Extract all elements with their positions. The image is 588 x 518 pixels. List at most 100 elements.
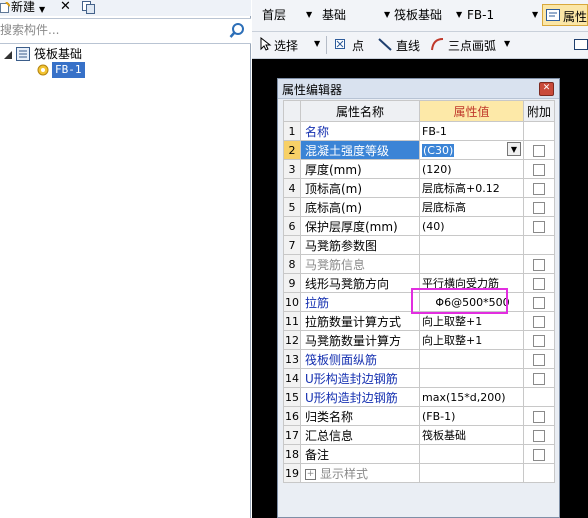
attach-checkbox[interactable] <box>533 182 545 195</box>
point-button[interactable]: 点 <box>332 35 374 55</box>
table-row[interactable]: 4 顶标高(m) 层底标高+0.12 <box>283 178 555 198</box>
attach-checkbox[interactable] <box>533 448 545 461</box>
property-name: 线形马凳筋方向 <box>300 273 420 293</box>
search-icon[interactable] <box>229 22 247 40</box>
delete-icon[interactable]: ✕ <box>60 0 71 16</box>
copy-icon[interactable] <box>82 1 96 14</box>
extra-cell <box>523 254 555 274</box>
property-value-dropdown[interactable]: (C30) ▼ <box>419 140 524 160</box>
attach-checkbox[interactable] <box>533 353 545 366</box>
table-row[interactable]: 10 拉筋 Φ6@500*500 <box>283 292 555 312</box>
property-value[interactable] <box>419 444 524 464</box>
tree-toolbar: 新建 ▼ ✕ <box>0 0 251 16</box>
attach-checkbox[interactable] <box>533 258 545 271</box>
property-value[interactable] <box>419 235 524 255</box>
table-row[interactable]: 5 底标高(m) 层底标高 <box>283 197 555 217</box>
property-value[interactable] <box>419 349 524 369</box>
attach-checkbox[interactable] <box>533 144 545 157</box>
floor-combo-value: 首层 <box>262 8 287 22</box>
draw-toolbar: 选择 ▼ 点 直线 三点画弧 ▼ <box>252 32 588 59</box>
new-icon[interactable] <box>0 1 11 13</box>
row-number: 3 <box>283 159 301 179</box>
property-value[interactable]: 层底标高+0.12 <box>419 178 524 198</box>
search-input[interactable] <box>0 21 220 39</box>
cursor-icon <box>260 36 272 51</box>
table-row[interactable]: 12 马凳筋数量计算方 向上取整+1 <box>283 330 555 350</box>
tree-node-root-label: 筏板基础 <box>34 47 83 61</box>
arc-button[interactable]: 三点画弧 ▼ <box>428 35 512 55</box>
property-editor-dialog: 属性编辑器 ✕ 属性名称 属性值 附加 1 名称 FB-1 2 混凝土强度等级 <box>277 78 560 518</box>
attach-checkbox[interactable] <box>533 429 545 442</box>
attach-checkbox[interactable] <box>533 277 545 290</box>
properties-button[interactable]: 属性 <box>542 4 588 26</box>
table-row[interactable]: 15 U形构造封边钢筋 max(15*d,200) <box>283 387 555 407</box>
property-value[interactable]: (40) <box>419 216 524 236</box>
component-combo[interactable]: FB-1 ▼ <box>467 5 538 25</box>
extra-cell <box>523 140 555 160</box>
dropdown-button[interactable]: ▼ <box>507 142 521 156</box>
table-row[interactable]: 7 马凳筋参数图 <box>283 235 555 255</box>
attach-checkbox[interactable] <box>533 220 545 233</box>
property-value[interactable]: 筏板基础 <box>419 425 524 445</box>
table-row[interactable]: 9 线形马凳筋方向 平行横向受力筋 <box>283 273 555 293</box>
attach-checkbox[interactable] <box>533 372 545 385</box>
rectangle-icon[interactable] <box>574 39 588 50</box>
property-name-group[interactable]: + 显示样式 <box>300 463 420 483</box>
type-combo[interactable]: 基础 ▼ <box>322 5 390 25</box>
new-dropdown-icon[interactable]: ▼ <box>39 3 45 19</box>
attach-checkbox[interactable] <box>533 163 545 176</box>
property-value[interactable] <box>419 463 524 483</box>
close-icon[interactable]: ✕ <box>539 82 554 96</box>
divider <box>326 36 327 54</box>
new-button[interactable]: 新建 <box>11 0 35 16</box>
property-value[interactable]: (FB-1) <box>419 406 524 426</box>
property-value[interactable] <box>419 368 524 388</box>
row-number: 1 <box>283 121 301 141</box>
table-row[interactable]: 14 U形构造封边钢筋 <box>283 368 555 388</box>
table-row[interactable]: 8 马凳筋信息 <box>283 254 555 274</box>
expand-plus-icon[interactable]: + <box>305 468 316 480</box>
table-row[interactable]: 2 混凝土强度等级 (C30) ▼ <box>283 140 555 160</box>
table-row[interactable]: 6 保护层厚度(mm) (40) <box>283 216 555 236</box>
attach-checkbox[interactable] <box>533 334 545 347</box>
layer-toolbar: 首层 ▼ 基础 ▼ 筏板基础 ▼ FB-1 ▼ 属性 <box>252 0 588 32</box>
property-value[interactable] <box>419 254 524 274</box>
expand-triangle-icon[interactable] <box>4 51 12 59</box>
table-row[interactable]: 19 + 显示样式 <box>283 463 555 483</box>
property-value[interactable]: 层底标高 <box>419 197 524 217</box>
property-grid: 属性名称 属性值 附加 1 名称 FB-1 2 混凝土强度等级 (C30) ▼ <box>283 100 555 483</box>
table-row[interactable]: 1 名称 FB-1 <box>283 121 555 141</box>
table-row[interactable]: 17 汇总信息 筏板基础 <box>283 425 555 445</box>
attach-checkbox[interactable] <box>533 201 545 214</box>
attach-checkbox[interactable] <box>533 315 545 328</box>
extra-cell <box>523 197 555 217</box>
table-row[interactable]: 18 备注 <box>283 444 555 464</box>
table-row[interactable]: 13 筏板侧面纵筋 <box>283 349 555 369</box>
extra-cell <box>523 330 555 350</box>
line-button[interactable]: 直线 <box>376 35 426 55</box>
chevron-down-icon: ▼ <box>384 10 391 19</box>
attach-checkbox[interactable] <box>533 296 545 309</box>
property-value[interactable]: (120) <box>419 159 524 179</box>
property-value[interactable]: max(15*d,200) <box>419 387 524 407</box>
table-row[interactable]: 11 拉筋数量计算方式 向上取整+1 <box>283 311 555 331</box>
table-row[interactable]: 16 归类名称 (FB-1) <box>283 406 555 426</box>
attach-checkbox[interactable] <box>533 410 545 423</box>
property-value[interactable]: 平行横向受力筋 <box>419 273 524 293</box>
property-value[interactable]: 向上取整+1 <box>419 330 524 350</box>
row-number: 16 <box>283 406 301 426</box>
extra-cell <box>523 444 555 464</box>
property-name: 厚度(mm) <box>300 159 420 179</box>
property-value[interactable]: 向上取整+1 <box>419 311 524 331</box>
extra-cell <box>523 273 555 293</box>
floor-combo[interactable]: 首层 ▼ <box>262 5 312 25</box>
property-name: 显示样式 <box>320 466 369 481</box>
property-value[interactable]: FB-1 <box>419 121 524 141</box>
select-button[interactable]: 选择 ▼ <box>258 35 322 55</box>
row-number: 2 <box>283 140 301 160</box>
table-row[interactable]: 3 厚度(mm) (120) <box>283 159 555 179</box>
property-value[interactable]: Φ6@500*500 <box>419 292 524 312</box>
row-number: 5 <box>283 197 301 217</box>
header-value: 属性值 <box>419 100 524 122</box>
category-combo[interactable]: 筏板基础 ▼ <box>394 5 462 25</box>
